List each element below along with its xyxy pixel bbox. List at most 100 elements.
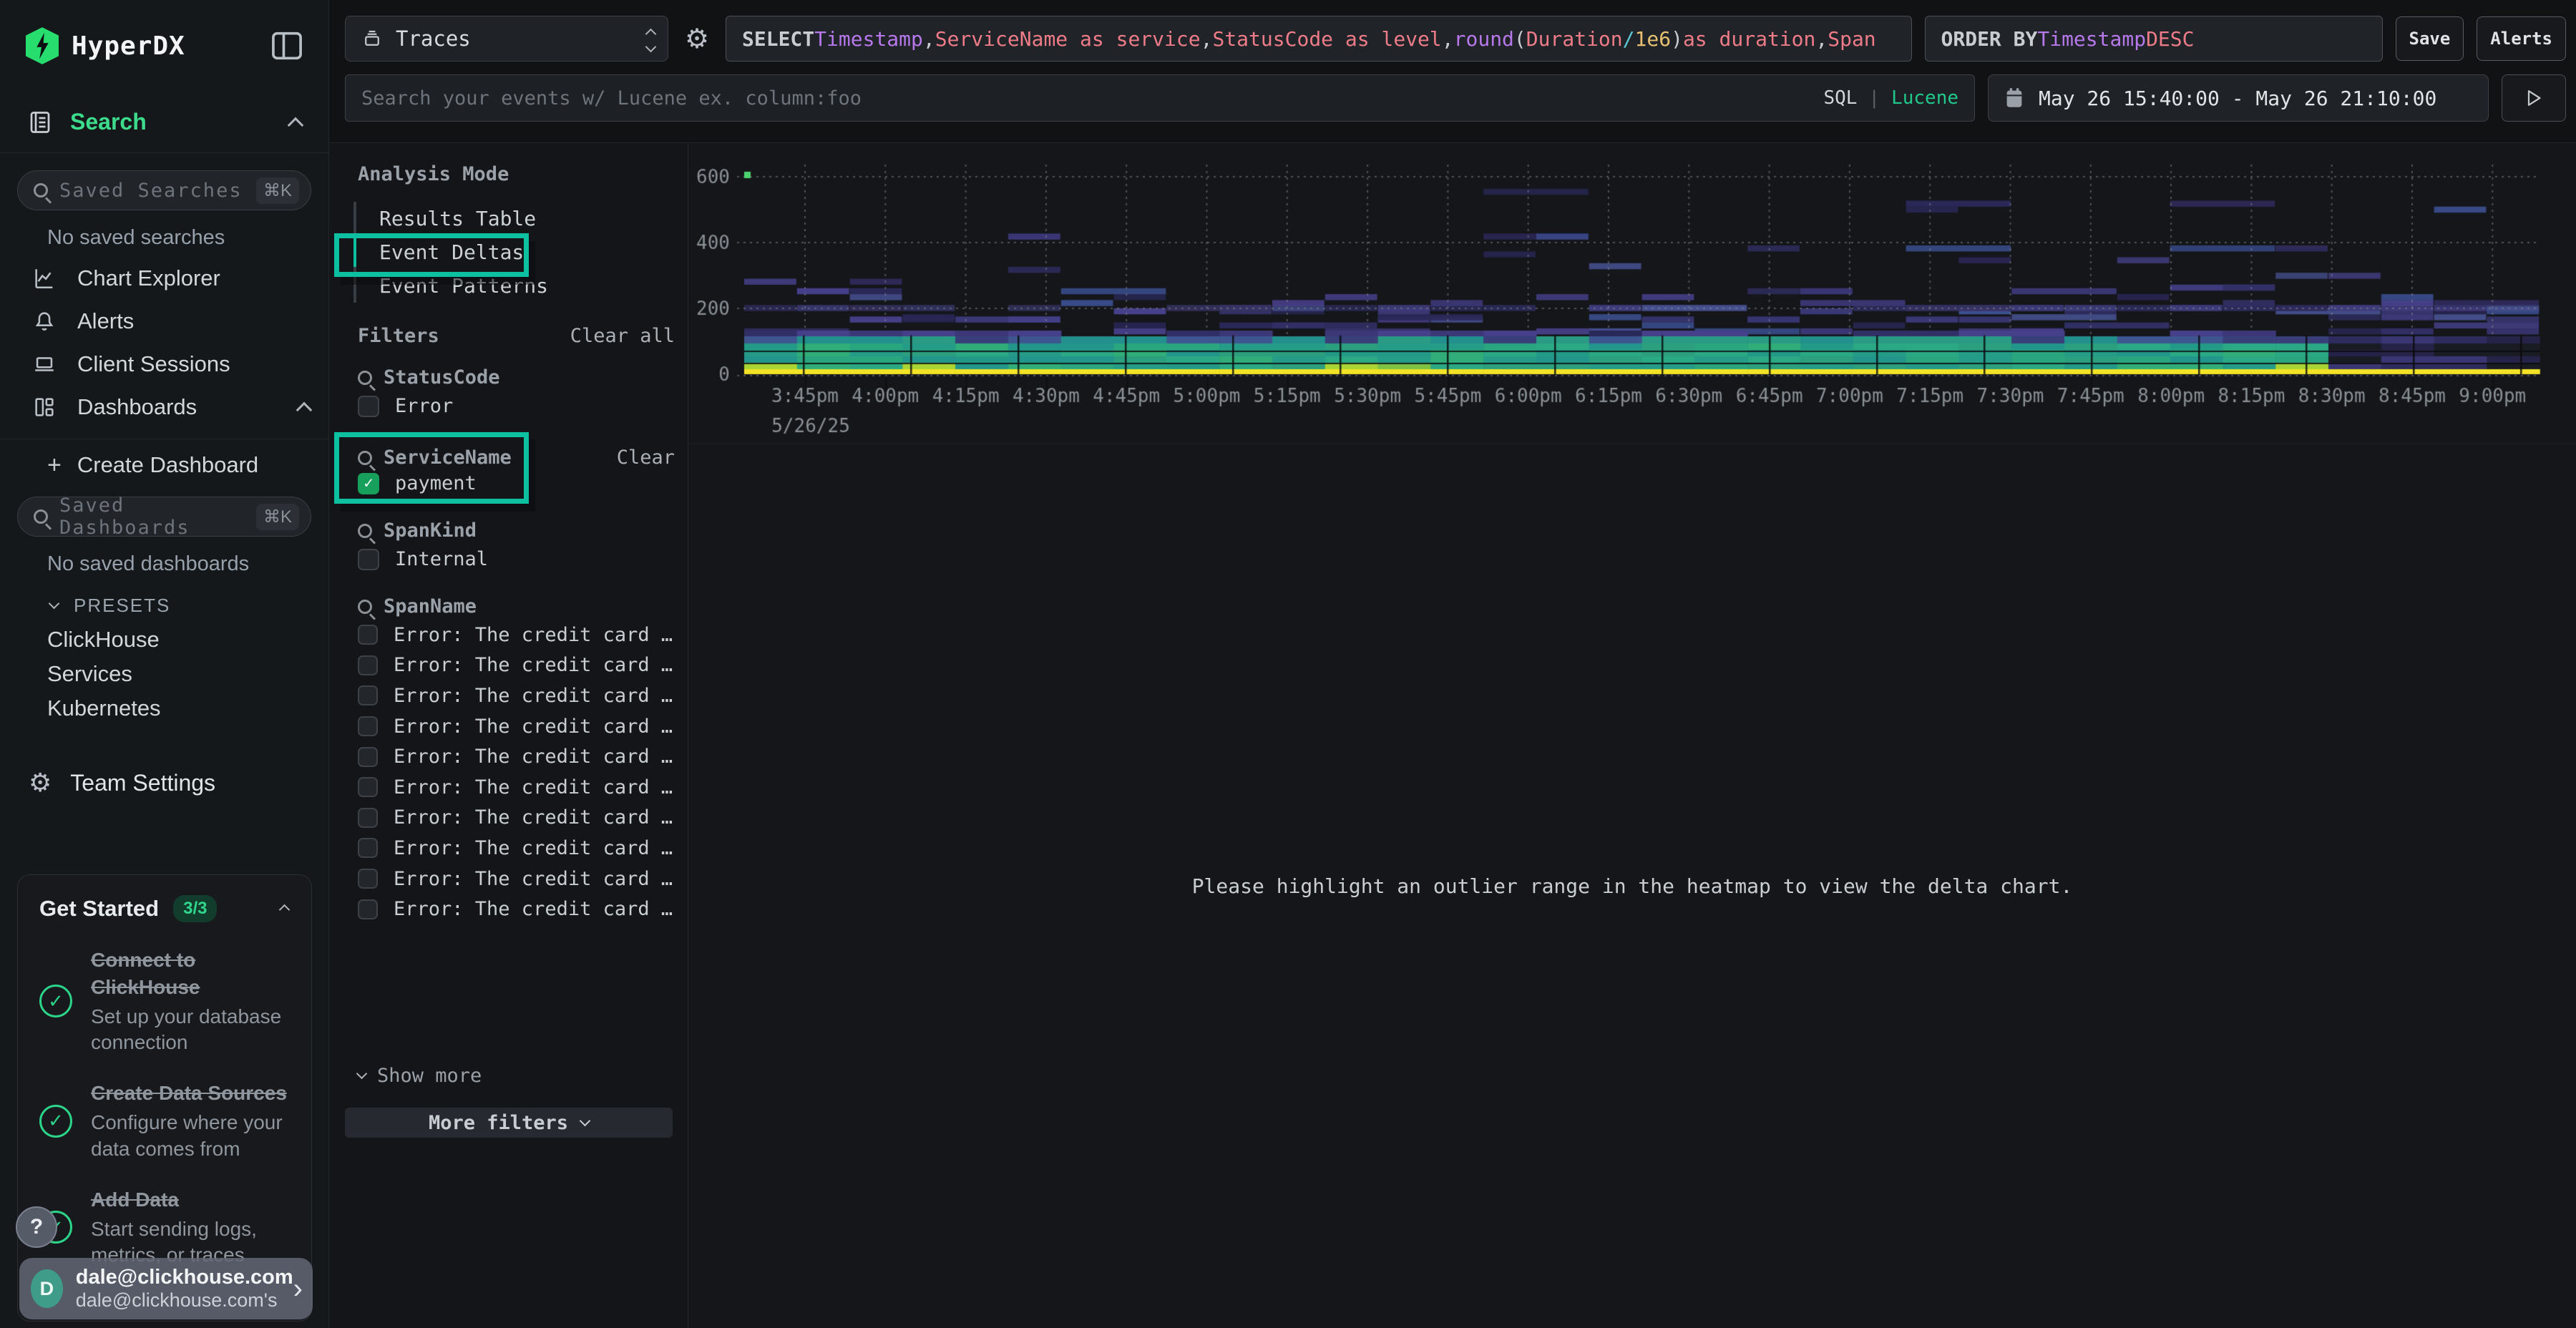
annotation-box-servicename bbox=[334, 432, 529, 504]
checkbox-unchecked[interactable] bbox=[358, 396, 379, 417]
option-label: Error: The credit card … bbox=[394, 837, 673, 859]
preset-services[interactable]: Services bbox=[0, 657, 328, 691]
sql-token: Timestamp bbox=[814, 27, 923, 51]
sidebar-collapse-icon[interactable] bbox=[271, 31, 303, 60]
mode-results-table[interactable]: Results Table bbox=[379, 202, 582, 235]
get-started-card: Get Started 3/3 ✓ Connect to ClickHouse … bbox=[17, 874, 312, 1322]
time-range-picker[interactable]: May 26 15:40:00 - May 26 21:10:00 bbox=[1988, 74, 2489, 122]
filter-option-spanname[interactable]: Error: The credit card … bbox=[358, 680, 673, 711]
spanname-options: Error: The credit card …Error: The credi… bbox=[358, 620, 673, 924]
step-title: Create Data Sources bbox=[91, 1080, 294, 1107]
sql-select-input[interactable]: SELECT Timestamp, ServiceName as service… bbox=[726, 16, 1912, 62]
presets-toggle[interactable]: PRESETS bbox=[50, 595, 328, 617]
filter-group-spanname[interactable]: SpanName bbox=[358, 595, 477, 617]
filter-option-spanname[interactable]: Error: The credit card … bbox=[358, 711, 673, 742]
get-started-header[interactable]: Get Started 3/3 bbox=[39, 895, 294, 922]
heatmap-canvas[interactable] bbox=[688, 143, 2576, 515]
sidebar-item-alerts[interactable]: Alerts bbox=[0, 300, 328, 343]
chevron-up-icon[interactable] bbox=[280, 900, 288, 917]
checkbox-unchecked[interactable] bbox=[358, 899, 378, 919]
get-started-item[interactable]: ✓ Add Data Start sending logs, metrics, … bbox=[39, 1186, 294, 1269]
app-logo[interactable]: HyperDX bbox=[26, 27, 185, 64]
more-filters-button[interactable]: More filters bbox=[345, 1108, 673, 1138]
clear-link[interactable]: Clear bbox=[617, 446, 675, 469]
create-dashboard-button[interactable]: + Create Dashboard bbox=[0, 439, 328, 491]
filter-option-spanname[interactable]: Error: The credit card … bbox=[358, 772, 673, 803]
show-more-link[interactable]: Show more bbox=[358, 1065, 482, 1087]
sidebar: HyperDX Search Saved Searches ⌘K No save… bbox=[0, 0, 329, 1328]
event-search-input[interactable]: Search your events w/ Lucene ex. column:… bbox=[345, 74, 1975, 122]
hyperdx-logo-icon bbox=[26, 27, 59, 64]
checkbox-unchecked[interactable] bbox=[358, 549, 379, 570]
get-started-item[interactable]: ✓ Connect to ClickHouse Set up your data… bbox=[39, 947, 294, 1055]
checkbox-unchecked[interactable] bbox=[358, 777, 378, 797]
chart-pane: Please highlight an outlier range in the… bbox=[688, 143, 2576, 1328]
toggle-sql[interactable]: SQL bbox=[1823, 87, 1857, 109]
checkbox-unchecked[interactable] bbox=[358, 838, 378, 858]
user-account-chip[interactable]: D dale@clickhouse.com dale@clickhouse.co… bbox=[19, 1258, 313, 1319]
filter-option-spanname[interactable]: Error: The credit card … bbox=[358, 620, 673, 650]
source-icon bbox=[361, 28, 383, 49]
sql-token: ) bbox=[1671, 27, 1683, 51]
filter-option-spanname[interactable]: Error: The credit card … bbox=[358, 833, 673, 864]
alerts-button[interactable]: Alerts bbox=[2477, 16, 2566, 61]
select-chevrons-icon bbox=[647, 27, 655, 51]
team-settings-button[interactable]: ⚙ Team Settings bbox=[0, 760, 328, 806]
help-button[interactable]: ? bbox=[16, 1206, 57, 1248]
user-email: dale@clickhouse.com bbox=[76, 1266, 293, 1289]
create-dashboard-label: Create Dashboard bbox=[77, 452, 258, 478]
checkbox-unchecked[interactable] bbox=[358, 716, 378, 736]
sql-token: ( bbox=[1514, 27, 1526, 51]
preset-kubernetes[interactable]: Kubernetes bbox=[0, 691, 328, 726]
sidebar-item-search[interactable]: Search bbox=[0, 92, 328, 153]
checkbox-unchecked[interactable] bbox=[358, 869, 378, 889]
main-area: Traces ⚙ SELECT Timestamp, ServiceName a… bbox=[329, 0, 2576, 1328]
filter-option-spanname[interactable]: Error: The credit card … bbox=[358, 650, 673, 681]
filter-option-spanname[interactable]: Error: The credit card … bbox=[358, 741, 673, 772]
filter-option-error[interactable]: Error bbox=[358, 395, 453, 417]
show-more-label: Show more bbox=[377, 1065, 482, 1087]
toggle-lucene[interactable]: Lucene bbox=[1891, 87, 1958, 109]
saved-dashboards-input[interactable]: Saved Dashboards ⌘K bbox=[17, 497, 311, 537]
checkbox-unchecked[interactable] bbox=[358, 747, 378, 767]
chevron-up-icon[interactable] bbox=[288, 117, 304, 133]
preset-clickhouse[interactable]: ClickHouse bbox=[0, 622, 328, 657]
filter-group-statuscode[interactable]: StatusCode bbox=[358, 366, 500, 389]
checkbox-unchecked[interactable] bbox=[358, 625, 378, 645]
filter-option-spanname[interactable]: Error: The credit card … bbox=[358, 864, 673, 894]
search-icon bbox=[358, 524, 372, 538]
get-started-item[interactable]: ✓ Create Data Sources Configure where yo… bbox=[39, 1080, 294, 1162]
step-desc: Set up your database connection bbox=[91, 1004, 294, 1056]
saved-searches-input[interactable]: Saved Searches ⌘K bbox=[17, 170, 311, 210]
search-icon bbox=[358, 371, 372, 385]
run-query-button[interactable] bbox=[2502, 74, 2566, 122]
filter-panel: Analysis Mode Results Table Event Deltas… bbox=[329, 143, 688, 1328]
sidebar-header: HyperDX bbox=[0, 0, 328, 92]
preset-label: Kubernetes bbox=[47, 695, 161, 721]
sql-orderby-input[interactable]: ORDER BY Timestamp DESC bbox=[1925, 16, 2383, 62]
filter-option-spanname[interactable]: Error: The credit card … bbox=[358, 894, 673, 924]
sidebar-item-chart-explorer[interactable]: Chart Explorer bbox=[0, 257, 328, 300]
filter-option-spanname[interactable]: Error: The credit card … bbox=[358, 803, 673, 834]
option-label: Error: The credit card … bbox=[394, 654, 673, 676]
group-label: SpanKind bbox=[384, 519, 477, 542]
no-saved-searches-text: No saved searches bbox=[47, 226, 328, 250]
sidebar-item-dashboards[interactable]: Dashboards bbox=[0, 386, 328, 429]
checkbox-unchecked[interactable] bbox=[358, 808, 378, 828]
annotation-box-event-deltas bbox=[334, 233, 529, 277]
source-select[interactable]: Traces bbox=[345, 16, 668, 62]
checkbox-unchecked[interactable] bbox=[358, 685, 378, 706]
save-button[interactable]: Save bbox=[2396, 16, 2464, 61]
get-started-progress-badge: 3/3 bbox=[173, 895, 217, 922]
sql-token: / bbox=[1623, 27, 1635, 51]
option-label: Error: The credit card … bbox=[394, 716, 673, 738]
checkbox-unchecked[interactable] bbox=[358, 655, 378, 675]
saved-dashboards-placeholder: Saved Dashboards bbox=[59, 494, 256, 539]
source-settings-gear-icon[interactable]: ⚙ bbox=[681, 23, 713, 55]
filter-option-internal[interactable]: Internal bbox=[358, 548, 488, 570]
step-desc: Configure where your data comes from bbox=[91, 1110, 294, 1162]
clear-all-link[interactable]: Clear all bbox=[570, 325, 675, 347]
chevron-up-icon[interactable] bbox=[296, 402, 313, 419]
sidebar-item-client-sessions[interactable]: Client Sessions bbox=[0, 343, 328, 386]
filter-group-spankind[interactable]: SpanKind bbox=[358, 519, 477, 542]
